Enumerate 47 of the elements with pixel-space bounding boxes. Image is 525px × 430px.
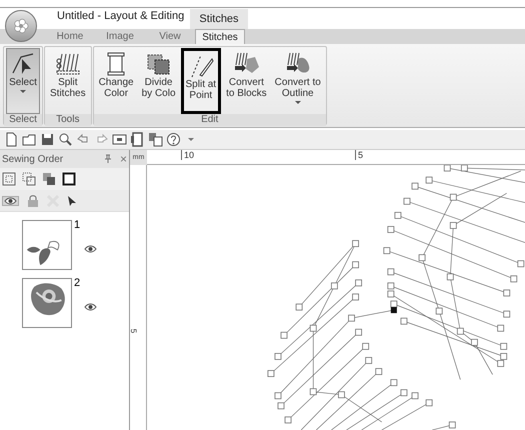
flower-thumbnail (22, 278, 72, 328)
group-label: Edit (94, 114, 326, 126)
group-label: Select (4, 114, 42, 126)
ribbon-tab[interactable]: Home (45, 29, 95, 44)
leaf-thumbnail (22, 220, 72, 270)
layers-icon[interactable] (42, 172, 56, 186)
app-menu-button[interactable] (5, 10, 37, 42)
ribbon-button[interactable]: Split at Point (180, 48, 222, 114)
open-folder-icon[interactable] (22, 132, 37, 147)
item-number: 1 (74, 220, 82, 231)
customize-caret-icon[interactable] (188, 138, 194, 141)
item-number: 2 (74, 278, 82, 289)
panel-title: Sewing Order (2, 152, 64, 166)
frame-icon[interactable] (112, 132, 127, 147)
context-tab-label: Stitches (190, 9, 248, 29)
new-file-icon[interactable] (4, 132, 19, 147)
ribbon-button[interactable]: Convert to Outline (272, 48, 324, 114)
ribbon-tab[interactable]: View (145, 29, 195, 44)
lock-icon[interactable] (27, 194, 39, 207)
ribbon-button[interactable]: Change Color (96, 48, 137, 114)
ribbon-button[interactable]: Divide by Colo (138, 48, 179, 114)
save-icon[interactable] (40, 132, 55, 147)
group-icon[interactable] (22, 172, 36, 186)
eye-icon[interactable] (4, 196, 17, 204)
window-title: Untitled - Layout & Editing (57, 8, 186, 24)
help-icon[interactable] (166, 132, 181, 147)
flower-logo-icon (13, 18, 29, 34)
close-button[interactable]: × (120, 153, 127, 165)
pin-icon[interactable] (104, 154, 112, 164)
layers-icon[interactable] (148, 132, 163, 147)
eye-icon[interactable] (84, 303, 97, 311)
ribbon-button[interactable]: Convert to Blocks (223, 48, 270, 114)
fit-icon[interactable] (2, 172, 16, 186)
pointer-icon[interactable] (67, 194, 77, 206)
ribbon-button[interactable]: Select (6, 48, 40, 114)
ribbon-tab[interactable]: Image (95, 29, 145, 44)
zoom-icon[interactable] (58, 132, 73, 147)
frame-icon[interactable] (62, 172, 76, 186)
group-label: Tools (45, 114, 91, 126)
sewing-order-item[interactable]: 2 (22, 278, 129, 328)
sewing-order-item[interactable]: 1 (22, 220, 129, 270)
ribbon-button[interactable]: Split Stitches (47, 48, 89, 114)
stitches-icon (54, 51, 82, 77)
vertical-ruler: 5 (130, 165, 147, 430)
ribbon-tab[interactable]: Stitches (195, 29, 245, 44)
eye-icon[interactable] (84, 245, 97, 253)
page-icon[interactable] (130, 132, 145, 147)
